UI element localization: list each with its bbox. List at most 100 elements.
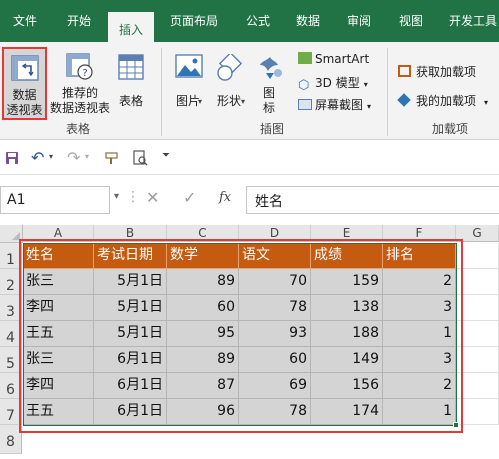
column-header[interactable]: B [94,225,167,242]
table-cell[interactable]: 张三 [23,347,94,373]
empty-cell[interactable] [456,243,499,269]
table-cell[interactable]: 1 [383,399,456,425]
empty-cell[interactable] [456,373,499,399]
table-cell[interactable]: 69 [239,373,311,399]
customize-toolbar-icon[interactable]: ⏷ [162,150,170,161]
table-button[interactable]: 表格 [114,49,148,119]
table-header-cell[interactable]: 排名 [383,243,456,269]
table-cell[interactable]: 96 [167,399,239,425]
empty-cell[interactable] [456,399,499,425]
shapes-button[interactable]: 形状 ▾ [210,49,248,119]
column-header[interactable]: G [456,225,499,242]
empty-cell[interactable] [456,269,499,295]
table-cell[interactable]: 6月1日 [94,347,167,373]
row-header[interactable]: 7 [0,399,22,425]
redo-icon[interactable]: ↷ [67,148,80,167]
formula-input[interactable]: 姓名 [246,186,499,214]
table-cell[interactable]: 2 [383,373,456,399]
table-cell[interactable]: 5月1日 [94,295,167,321]
table-cell[interactable]: 174 [311,399,383,425]
table-cell[interactable]: 6月1日 [94,373,167,399]
tab-view[interactable]: 视图 [393,12,429,42]
table-cell[interactable]: 159 [311,269,383,295]
table-cell[interactable]: 5月1日 [94,321,167,347]
tab-insert[interactable]: 插入 [108,12,154,42]
table-cell[interactable]: 3 [383,295,456,321]
row-header[interactable]: 6 [0,373,22,399]
enter-icon[interactable]: ✓ [183,188,196,207]
row-header[interactable]: 1 [0,243,22,269]
print-preview-icon[interactable] [132,150,148,166]
table-cell[interactable]: 张三 [23,269,94,295]
table-cell[interactable]: 1 [383,321,456,347]
chevron-down-icon[interactable]: ▾ [85,152,89,161]
save-icon[interactable] [5,151,19,165]
my-addins-button[interactable]: 我的加载项 ▾ [397,92,488,109]
table-cell[interactable]: 87 [167,373,239,399]
tab-home[interactable]: 开始 [62,12,96,42]
table-cell[interactable]: 李四 [23,295,94,321]
empty-cell[interactable] [456,321,499,347]
column-header[interactable]: E [311,225,383,242]
table-cell[interactable]: 89 [167,269,239,295]
tab-page-layout[interactable]: 页面布局 [164,12,224,42]
table-header-cell[interactable]: 语文 [239,243,311,269]
column-header[interactable]: A [23,225,94,242]
smartart-button[interactable]: SmartArt [298,52,369,66]
pivot-table-button[interactable]: 数据 透视表 [2,47,47,120]
table-cell[interactable]: 李四 [23,373,94,399]
table-cell[interactable]: 138 [311,295,383,321]
tab-formulas[interactable]: 公式 [240,12,276,42]
row-header[interactable]: 4 [0,321,22,347]
table-cell[interactable]: 95 [167,321,239,347]
tab-data[interactable]: 数据 [290,12,326,42]
table-cell[interactable]: 78 [239,295,311,321]
row-header[interactable]: 2 [0,269,22,295]
icons-button[interactable]: 图 标 [254,49,284,119]
select-all-corner[interactable] [0,225,23,243]
tab-developer[interactable]: 开发工具 [443,12,499,42]
tab-review[interactable]: 审阅 [341,12,377,42]
row-header[interactable]: 3 [0,295,22,321]
row-header[interactable]: 5 [0,347,22,373]
empty-row[interactable] [23,425,499,454]
empty-cell[interactable] [456,347,499,373]
insert-function-icon[interactable]: fx [219,190,231,205]
pictures-button[interactable]: 图片 ▾ [170,49,206,119]
table-cell[interactable]: 5月1日 [94,269,167,295]
table-cell[interactable]: 93 [239,321,311,347]
column-header[interactable]: C [167,225,239,242]
table-cell[interactable]: 60 [167,295,239,321]
column-header[interactable]: F [383,225,456,242]
worksheet-grid[interactable]: A B C D E F G 1 2 3 4 5 6 7 8 姓名 考试日期 数学… [0,225,499,454]
table-cell[interactable]: 188 [311,321,383,347]
chevron-down-icon[interactable]: ▾ [49,152,53,161]
table-header-cell[interactable]: 成绩 [311,243,383,269]
screenshot-button[interactable]: 屏幕截图 ▾ [298,96,371,113]
table-cell[interactable]: 78 [239,399,311,425]
table-cell[interactable]: 6月1日 [94,399,167,425]
get-addins-button[interactable]: 获取加载项 [398,63,476,80]
recommended-pivot-button[interactable]: ? 推荐的 数据透视表 [49,49,111,119]
name-box-dropdown-icon[interactable]: ▾ [114,191,119,202]
table-cell[interactable]: 王五 [23,321,94,347]
row-header[interactable]: 8 [0,425,22,454]
table-cell[interactable]: 2 [383,269,456,295]
cancel-icon[interactable]: ✕ [146,188,159,207]
fill-handle[interactable] [453,422,459,428]
name-box[interactable]: A1 [0,186,110,214]
tab-file[interactable]: 文件 [10,12,40,42]
table-cell[interactable]: 王五 [23,399,94,425]
table-header-cell[interactable]: 考试日期 [94,243,167,269]
table-header-cell[interactable]: 数学 [167,243,239,269]
table-header-cell[interactable]: 姓名 [23,243,94,269]
table-cell[interactable]: 3 [383,347,456,373]
undo-icon[interactable]: ↶ [31,148,44,167]
table-cell[interactable]: 149 [311,347,383,373]
empty-cell[interactable] [456,295,499,321]
table-cell[interactable]: 89 [167,347,239,373]
table-cell[interactable]: 156 [311,373,383,399]
3d-model-button[interactable]: ⬡ 3D 模型 ▾ [298,74,368,92]
format-painter-icon[interactable] [104,150,120,166]
table-cell[interactable]: 60 [239,347,311,373]
